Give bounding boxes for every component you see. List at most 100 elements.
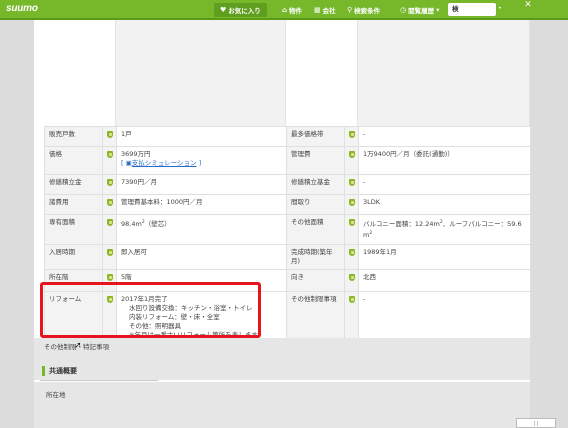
history-label: 閲覧履歴 bbox=[408, 7, 435, 15]
photo-area bbox=[44, 20, 530, 126]
row-label: 最多価格帯 bbox=[286, 126, 345, 147]
shield-icon[interactable] bbox=[107, 179, 113, 186]
reform-line: 内装リフォーム：壁・床・全室 bbox=[129, 313, 220, 321]
shield-icon[interactable] bbox=[349, 199, 355, 206]
history-link[interactable]: ◷ 閲覧履歴 ▾ bbox=[400, 3, 439, 17]
other-area-cell: バルコニー面積：12.24m2、ルーフバルコニー：59.6 m2 bbox=[358, 214, 531, 245]
row-value: - bbox=[358, 174, 531, 195]
shield-icon[interactable] bbox=[107, 199, 113, 206]
photo-label-cell bbox=[44, 20, 116, 126]
row-label: その他制限事項 bbox=[286, 291, 345, 344]
row-value: 1万9400円／月（委託(通勤)） bbox=[358, 146, 531, 175]
shield-icon[interactable] bbox=[107, 131, 113, 138]
reform-cell: 2017年1月完了 水回り設備交換：キッチン・浴室・トイレ 内装リフォーム：壁・… bbox=[116, 291, 287, 344]
table-row: 所在階 5階 向き 北西 bbox=[44, 269, 531, 292]
row-value: 1989年1月 bbox=[358, 244, 531, 270]
common-section-header bbox=[34, 360, 530, 380]
house-icon: ⌂ bbox=[282, 6, 288, 14]
price-cell: 3699万円 [ ▣支払シミュレーション ] bbox=[116, 146, 287, 175]
clock-icon: ◷ bbox=[400, 6, 407, 14]
balcony-value: バルコニー面積：12.24m bbox=[363, 220, 440, 229]
row-label: 販売戸数 bbox=[44, 126, 103, 147]
table-row: 諸費用 管理費基本料：1000円／月 間取り 3LDK bbox=[44, 194, 531, 215]
property-spec-table: 販売戸数 1戸 最多価格帯 - 価格 3699万円 [ ▣支払シミュレーション … bbox=[44, 126, 531, 344]
shield-icon[interactable] bbox=[107, 296, 113, 303]
row-value: 5階 bbox=[116, 269, 287, 292]
common-section-title: 共通概要 bbox=[42, 366, 77, 376]
photo-cell bbox=[358, 20, 530, 126]
shield-icon[interactable] bbox=[349, 249, 355, 256]
search-conditions-label: 検索条件 bbox=[354, 7, 381, 15]
reform-line: 2017年1月完了 bbox=[121, 295, 168, 303]
row-label: 修繕積立金 bbox=[44, 174, 103, 195]
area-value: 98.4m bbox=[121, 220, 142, 229]
shield-icon[interactable] bbox=[107, 151, 113, 158]
row-label: 間取り bbox=[286, 194, 345, 215]
mouse-cursor-icon: ➚ bbox=[74, 341, 82, 351]
row-value: 7390円／月 bbox=[116, 174, 287, 195]
table-row: リフォーム 2017年1月完了 水回り設備交換：キッチン・浴室・トイレ 内装リフ… bbox=[44, 291, 531, 344]
table-row: 販売戸数 1戸 最多価格帯 - bbox=[44, 126, 531, 147]
shield-icon[interactable] bbox=[349, 296, 355, 303]
row-label: 価格 bbox=[44, 146, 103, 175]
location-row bbox=[34, 382, 530, 428]
row-label: 完成時期(築年月) bbox=[286, 244, 345, 270]
shield-icon[interactable] bbox=[107, 249, 113, 256]
row-value: 管理費基本料：1000円／月 bbox=[116, 194, 287, 215]
chevron-down-icon: ▾ bbox=[436, 6, 440, 14]
company-link[interactable]: ▦ 会社 bbox=[314, 3, 336, 17]
roof-balcony-value: 、ルーフバルコニー：59.6 bbox=[442, 220, 522, 229]
area-cell: 98.4m2（壁芯） bbox=[116, 214, 287, 245]
row-label: 管理費 bbox=[286, 146, 345, 175]
row-value: - bbox=[358, 126, 531, 147]
area-suffix: （壁芯） bbox=[144, 220, 171, 229]
photo-label-cell bbox=[286, 20, 358, 126]
close-icon[interactable]: ✕ bbox=[520, 0, 536, 16]
row-value: 3LDK bbox=[358, 194, 531, 215]
row-value: 北西 bbox=[358, 269, 531, 292]
favorites-label: お気に入り bbox=[228, 7, 261, 15]
photo-cell bbox=[116, 20, 286, 126]
row-value: 1戸 bbox=[116, 126, 287, 147]
table-row: 専有面積 98.4m2（壁芯） その他面積 バルコニー面積：12.24m 2 、ルー… bbox=[44, 214, 531, 245]
payment-simulation-link[interactable]: 支払シミュレーション bbox=[132, 159, 197, 167]
more-icon[interactable]: • bbox=[498, 5, 506, 13]
table-row: 入居時期 即入居可 完成時期(築年月) 1989年1月 bbox=[44, 244, 531, 270]
company-label: 会社 bbox=[322, 7, 336, 15]
header-search-box[interactable]: 検 bbox=[448, 3, 496, 16]
table-row: 修繕積立金 7390円／月 修繕積立基金 - bbox=[44, 174, 531, 195]
building-icon: ▦ bbox=[314, 6, 321, 14]
row-label: 入居時期 bbox=[44, 244, 103, 270]
table-row: 価格 3699万円 [ ▣支払シミュレーション ] 管理費 1万9400円／月（… bbox=[44, 146, 531, 175]
shield-icon[interactable] bbox=[349, 219, 355, 226]
shield-icon[interactable] bbox=[349, 274, 355, 281]
search-icon: ⚲ bbox=[347, 6, 353, 14]
shield-icon[interactable] bbox=[349, 151, 355, 158]
bukken-label: 物件 bbox=[289, 7, 303, 15]
row-label: 向き bbox=[286, 269, 345, 292]
shield-icon[interactable] bbox=[107, 274, 113, 281]
heart-icon: ♥ bbox=[220, 6, 227, 14]
location-label: 所在地 bbox=[46, 391, 66, 399]
row-label: 専有面積 bbox=[44, 214, 103, 245]
price-value: 3699万円 bbox=[121, 150, 151, 158]
row-label: 諸費用 bbox=[44, 194, 103, 215]
row-value: 即入居可 bbox=[116, 244, 287, 270]
shield-icon[interactable] bbox=[349, 179, 355, 186]
row-value: - bbox=[358, 291, 531, 344]
other-restrictions-row: その他制限・特記事項 bbox=[34, 338, 530, 360]
roof-balcony-unit-sup: 2 bbox=[369, 231, 373, 237]
site-header: suumo ♥ お気に入り ⌂ 物件 ▦ 会社 ⚲ 検索条件 ◷ 閲覧履歴 ▾ … bbox=[0, 0, 568, 20]
bukken-link[interactable]: ⌂ 物件 bbox=[282, 3, 302, 17]
suumo-logo[interactable]: suumo bbox=[6, 3, 44, 16]
search-conditions-link[interactable]: ⚲ 検索条件 bbox=[347, 3, 380, 17]
shield-icon[interactable] bbox=[349, 131, 355, 138]
shield-icon[interactable] bbox=[107, 219, 113, 226]
reform-line: 水回り設備交換：キッチン・浴室・トイレ bbox=[129, 304, 253, 312]
section-divider bbox=[40, 380, 158, 381]
favorites-link[interactable]: ♥ お気に入り bbox=[214, 3, 267, 17]
bracket-close: ] bbox=[196, 159, 202, 167]
row-label: 修繕積立基金 bbox=[286, 174, 345, 195]
corner-badge: [ ] bbox=[516, 418, 556, 428]
row-label: 所在階 bbox=[44, 269, 103, 292]
